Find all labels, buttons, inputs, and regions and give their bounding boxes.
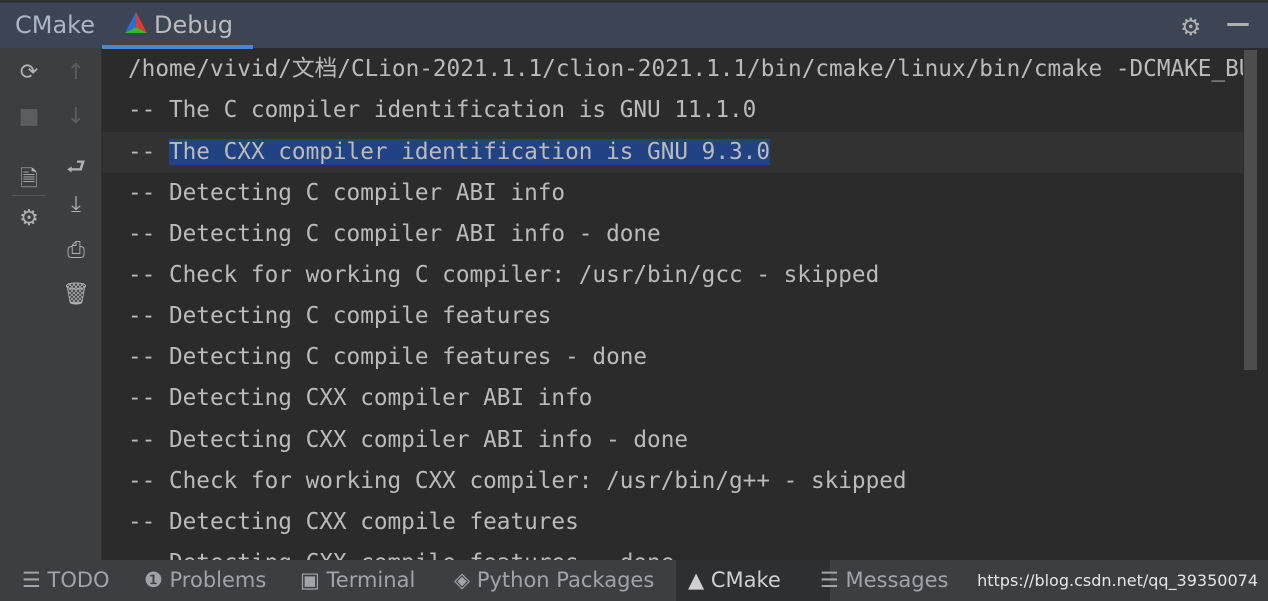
arrow-down-icon[interactable]: ↓ — [61, 104, 91, 129]
minimize-icon[interactable]: — — [1226, 9, 1250, 37]
watermark: https://blog.csdn.net/qq_39350074 — [977, 571, 1258, 590]
console-line: -- Detecting C compile features - done — [128, 344, 648, 370]
tab-label: TODO — [47, 568, 110, 592]
bottom-tool-bar: ☰ TODO ❶ Problems ▣ Terminal ◈ Python Pa… — [0, 560, 1268, 601]
tool-window-header: CMake Debug ⚙ — — [0, 0, 1268, 49]
tab-label: Python Packages — [476, 568, 655, 592]
tab-cmake[interactable]: CMake — [15, 11, 95, 39]
gear-icon[interactable]: ⚙ — [1180, 13, 1202, 41]
tab-cmake-bottom[interactable]: ▲ CMake — [676, 560, 830, 601]
tab-todo[interactable]: ☰ TODO — [22, 560, 110, 601]
console-line: /home/vivid/文档/CLion-2021.1.1/clion-2021… — [128, 56, 1243, 82]
tab-python-packages[interactable]: ◈ Python Packages — [454, 560, 654, 601]
settings-icon[interactable]: ⚙ — [14, 206, 44, 231]
tab-debug[interactable]: Debug — [124, 11, 233, 39]
vertical-scrollbar[interactable] — [1244, 50, 1257, 370]
console-line: -- Detecting CXX compiler ABI info — [128, 385, 593, 411]
line-prefix: -- — [128, 139, 169, 165]
selected-text: The CXX compiler identification is GNU 9… — [168, 139, 770, 165]
console-line-selected: -- The CXX compiler identification is GN… — [128, 132, 770, 173]
console-line: -- Check for working CXX compiler: /usr/… — [128, 468, 907, 494]
tab-label: Terminal — [326, 568, 416, 592]
arrow-up-icon[interactable]: ↑ — [61, 60, 91, 85]
cmake-logo-icon — [125, 12, 147, 33]
tab-label: Messages — [845, 568, 949, 592]
console-line: -- The C compiler identification is GNU … — [128, 97, 757, 123]
console-line: -- Detecting C compiler ABI info — [128, 180, 566, 206]
tab-label: Problems — [169, 568, 267, 592]
console-line: -- Check for working C compiler: /usr/bi… — [128, 262, 880, 288]
console-line: -- Detecting CXX compile features - done — [128, 543, 674, 560]
stop-icon[interactable]: ■ — [14, 104, 44, 129]
tab-problems[interactable]: ❶ Problems — [144, 560, 266, 601]
trash-icon[interactable]: 🗑 — [61, 282, 91, 307]
reload-icon[interactable]: ⟳ — [14, 60, 44, 85]
console-output[interactable]: /home/vivid/文档/CLion-2021.1.1/clion-2021… — [103, 48, 1243, 560]
console-toolbar: ⟳ ■ 🗎 ⚙ ↑ ↓ ⮐ ⤓ ⎙ 🗑 — [0, 48, 102, 560]
tab-terminal[interactable]: ▣ Terminal — [300, 560, 415, 601]
tab-messages[interactable]: ☰ Messages — [820, 560, 949, 601]
tab-label: CMake — [710, 568, 781, 592]
console-line: -- Detecting C compile features — [128, 303, 552, 329]
console-line: -- Detecting C compiler ABI info - done — [128, 221, 661, 247]
soft-wrap-icon[interactable]: ⮐ — [61, 150, 91, 188]
console-line: -- Detecting CXX compiler ABI info - don… — [128, 427, 689, 453]
cmake-settings-icon[interactable]: 🗎 — [14, 162, 44, 200]
print-icon[interactable]: ⎙ — [61, 238, 91, 263]
scroll-to-end-icon[interactable]: ⤓ — [61, 192, 91, 217]
console-line: -- Detecting CXX compile features — [128, 509, 579, 535]
tab-debug-label: Debug — [154, 11, 233, 39]
